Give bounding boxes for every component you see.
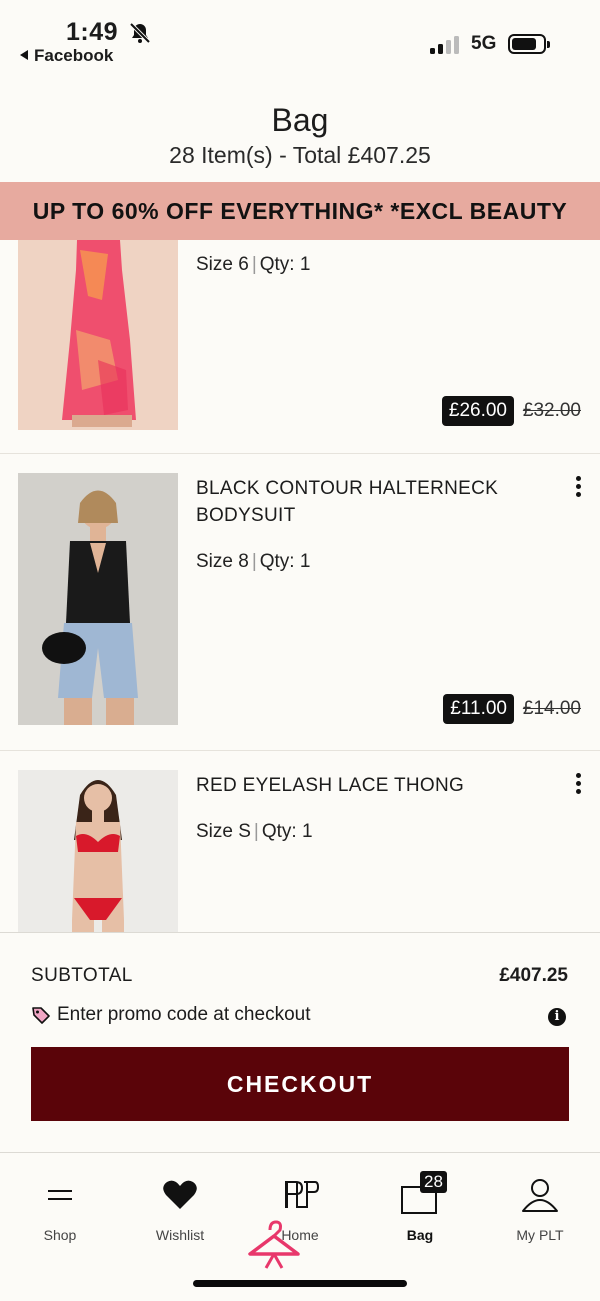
user-icon [522,1179,558,1212]
info-icon[interactable]: i [548,1008,566,1026]
network-type: 5G [471,33,497,54]
bag-item: Size 6 | Qty: 1 £26.00 £32.00 [0,240,600,454]
signal-icon [430,34,462,54]
hanger-watermark-icon [248,1220,300,1269]
promo-code-hint[interactable]: Enter promo code at checkout [31,1004,310,1026]
menu-icon [48,1190,72,1200]
item-size-qty: Size S | Qty: 1 [196,821,313,842]
subtotal-label: SUBTOTAL [31,965,133,986]
original-price: £32.00 [522,400,581,421]
product-image[interactable] [18,770,178,932]
bag-count-badge: 28 [420,1171,447,1193]
nav-account[interactable]: My PLT [480,1153,600,1253]
bell-muted-icon [129,22,151,44]
checkout-button[interactable]: CHECKOUT [31,1047,569,1121]
product-name[interactable]: RED EYELASH LACE THONG [196,772,526,799]
tag-icon [32,1007,50,1024]
nav-shop[interactable]: Shop [0,1153,120,1253]
product-image[interactable] [18,240,178,430]
back-to-app-link[interactable]: Facebook [20,46,113,66]
original-price: £14.00 [522,698,581,719]
floral-maxi-dress-image [18,240,178,430]
sale-price: £26.00 [441,396,514,426]
bag-summary: 28 Item(s) - Total £407.25 [169,142,431,168]
status-bar: 1:49 Facebook 5G [0,0,600,80]
plt-logo-icon [285,1181,320,1208]
order-summary: SUBTOTAL £407.25 Enter promo code at che… [0,932,600,1152]
more-options-icon[interactable] [574,476,582,500]
page-title: Bag [271,102,329,138]
item-size-qty: Size 8 | Qty: 1 [196,551,311,572]
heart-icon [163,1180,197,1209]
bag-item: RED EYELASH LACE THONG Size S | Qty: 1 [0,751,600,932]
item-size-qty: Size 6 | Qty: 1 [196,254,311,275]
promo-banner[interactable]: UP TO 60% OFF EVERYTHING* *EXCL BEAUTY [0,182,600,240]
more-options-icon[interactable] [574,773,582,797]
sale-price: £11.00 [443,694,514,724]
back-arrow-icon [20,50,28,60]
home-indicator [193,1280,407,1287]
bag-item-list[interactable]: Size 6 | Qty: 1 £26.00 £32.00 BLACK CONTOU… [0,240,600,932]
clock: 1:49 [66,18,119,46]
nav-wishlist[interactable]: Wishlist [120,1153,240,1253]
nav-bag[interactable]: 28 Bag [360,1153,480,1253]
red-lace-set-image [18,770,178,932]
subtotal-value: £407.25 [499,965,568,986]
product-name[interactable]: BLACK CONTOUR HALTERNECK BODYSUIT [196,475,526,529]
black-bodysuit-image [18,473,178,725]
battery-icon [508,34,550,54]
bag-item: BLACK CONTOUR HALTERNECK BODYSUIT Size 8… [0,454,600,751]
product-image[interactable] [18,473,178,725]
